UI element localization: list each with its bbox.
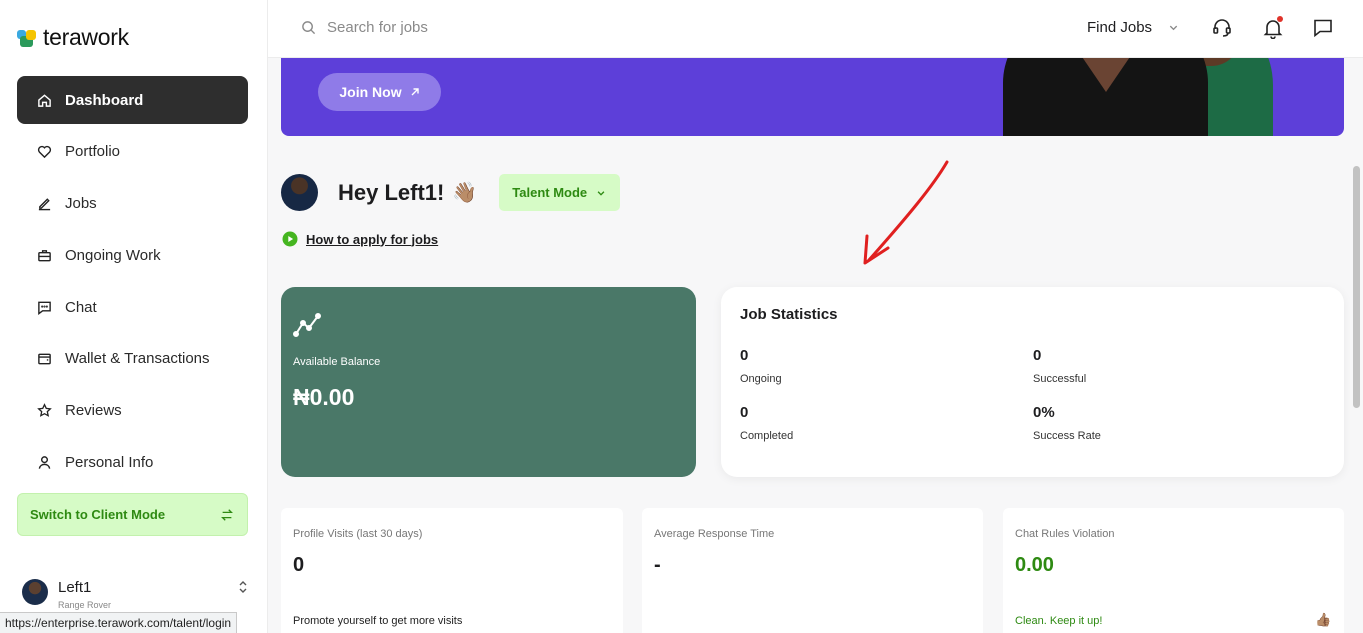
average-response-time-card: Average Response Time -: [642, 508, 983, 633]
main-content: Join Now Hey Left1! 👋🏽 Talent Mode How t…: [268, 58, 1350, 633]
wallet-icon: [38, 354, 51, 365]
pencil-icon: [38, 198, 51, 211]
stat-value: 0: [1033, 347, 1042, 364]
stat-successful: 0 Successful: [1033, 347, 1086, 385]
user-name: Left1: [58, 579, 92, 596]
notification-bell-icon[interactable]: [1262, 16, 1284, 40]
logo[interactable]: terawork: [17, 24, 129, 51]
job-statistics-title: Job Statistics: [740, 306, 838, 323]
sidebar-item-label: Chat: [65, 298, 97, 316]
card-footnote: Clean. Keep it up!: [1015, 615, 1103, 627]
sidebar-item-label: Ongoing Work: [65, 246, 161, 264]
sidebar-item-chat[interactable]: Chat: [17, 283, 248, 331]
user-subtitle: Range Rover: [58, 600, 112, 610]
promo-banner: Join Now: [281, 58, 1344, 136]
sidebar-item-reviews[interactable]: Reviews: [17, 387, 248, 435]
sidebar-item-jobs[interactable]: Jobs: [17, 180, 248, 228]
stat-value: 0: [740, 404, 749, 421]
greeting-row: Hey Left1! 👋🏽 Talent Mode: [281, 174, 621, 211]
brand-name: terawork: [43, 24, 129, 50]
card-value: 0: [293, 554, 305, 576]
terawork-logo-icon: [17, 27, 39, 49]
card-value: -: [654, 554, 661, 576]
sidebar-item-label: Wallet & Transactions: [65, 350, 210, 368]
arrow-up-right-icon: [411, 88, 419, 96]
sidebar-item-portfolio[interactable]: Portfolio: [17, 128, 248, 176]
avatar: [281, 174, 318, 211]
find-jobs-dropdown[interactable]: Find Jobs: [1087, 19, 1179, 36]
stat-value: 0%: [1033, 404, 1055, 421]
topbar: Find Jobs: [268, 0, 1363, 58]
chevron-up-down-icon: [238, 580, 248, 595]
how-to-apply-link[interactable]: How to apply for jobs: [282, 231, 438, 247]
card-label: Chat Rules Violation: [1015, 528, 1115, 540]
sidebar-nav: Dashboard Portfolio Jobs Ongoing Work Ch…: [17, 76, 248, 490]
sidebar: terawork Dashboard Portfolio Jobs Ongoin…: [0, 0, 268, 633]
how-to-apply-label: How to apply for jobs: [306, 231, 439, 247]
notification-dot: [1277, 16, 1283, 22]
swap-arrows-icon: [221, 508, 233, 521]
stat-label: Success Rate: [1033, 430, 1101, 442]
stat-success-rate: 0% Success Rate: [1033, 404, 1101, 442]
join-now-label: Join Now: [339, 84, 402, 100]
stat-completed: 0 Completed: [740, 404, 793, 442]
chat-icon: [38, 301, 51, 315]
join-now-button[interactable]: Join Now: [318, 73, 441, 111]
find-jobs-label: Find Jobs: [1087, 19, 1153, 36]
scrollbar-thumb[interactable]: [1353, 166, 1360, 408]
sidebar-item-ongoing-work[interactable]: Ongoing Work: [17, 231, 248, 279]
sidebar-item-label: Portfolio: [65, 143, 121, 161]
home-icon: [38, 93, 51, 107]
briefcase-icon: [38, 250, 51, 262]
heart-icon: [37, 146, 52, 159]
card-label: Average Response Time: [654, 528, 775, 540]
sidebar-item-wallet[interactable]: Wallet & Transactions: [17, 335, 248, 383]
card-value: 0.00: [1015, 554, 1054, 576]
search-input[interactable]: [327, 19, 627, 36]
balance-value: ₦0.00: [293, 384, 355, 410]
greeting-text: Hey Left1!: [338, 179, 445, 205]
support-headset-icon[interactable]: [1211, 17, 1233, 39]
stat-label: Successful: [1033, 373, 1087, 385]
sidebar-item-personal-info[interactable]: Personal Info: [17, 439, 248, 487]
profile-visits-card: Profile Visits (last 30 days) 0 Promote …: [281, 508, 623, 633]
sidebar-item-label: Personal Info: [65, 454, 154, 472]
sidebar-item-label: Jobs: [65, 195, 97, 213]
available-balance-card: Available Balance ₦0.00: [281, 287, 696, 477]
talent-mode-dropdown[interactable]: Talent Mode: [499, 174, 621, 211]
star-icon: [37, 403, 52, 418]
sidebar-item-dashboard[interactable]: Dashboard: [17, 76, 248, 124]
red-annotation-arrow-icon: [863, 160, 949, 265]
job-statistics-card: Job Statistics 0 Ongoing 0 Successful 0 …: [721, 287, 1344, 477]
wave-emoji-icon: 👋🏽: [452, 182, 478, 204]
stat-label: Ongoing: [740, 373, 782, 385]
chevron-down-icon: [1169, 25, 1178, 31]
browser-status-url: https://enterprise.terawork.com/talent/l…: [0, 612, 238, 633]
search-bar: [301, 19, 627, 36]
sidebar-item-label: Dashboard: [65, 91, 144, 109]
stat-value: 0: [740, 347, 749, 364]
talent-mode-label: Talent Mode: [512, 185, 588, 200]
avatar: [22, 579, 48, 605]
chat-rules-violation-card: Chat Rules Violation 0.00 Clean. Keep it…: [1003, 508, 1344, 633]
search-icon: [302, 21, 316, 35]
play-circle-icon: [282, 231, 298, 247]
trend-line-icon: [293, 313, 321, 337]
messages-icon[interactable]: [1312, 17, 1334, 39]
balance-label: Available Balance: [293, 356, 381, 368]
stat-ongoing: 0 Ongoing: [740, 347, 782, 385]
switch-to-client-mode-button[interactable]: Switch to Client Mode: [17, 493, 248, 536]
card-footnote: Promote yourself to get more visits: [293, 615, 463, 627]
sidebar-item-label: Reviews: [65, 402, 122, 420]
chevron-down-icon: [597, 190, 605, 196]
thumbs-up-emoji-icon: 👍🏽: [1315, 612, 1332, 627]
user-account-switcher[interactable]: Left1 Range Rover: [22, 576, 248, 616]
card-label: Profile Visits (last 30 days): [293, 528, 423, 540]
user-icon: [38, 456, 51, 469]
switch-label: Switch to Client Mode: [30, 507, 166, 522]
stat-label: Completed: [740, 430, 794, 442]
scrollbar[interactable]: [1350, 58, 1363, 633]
